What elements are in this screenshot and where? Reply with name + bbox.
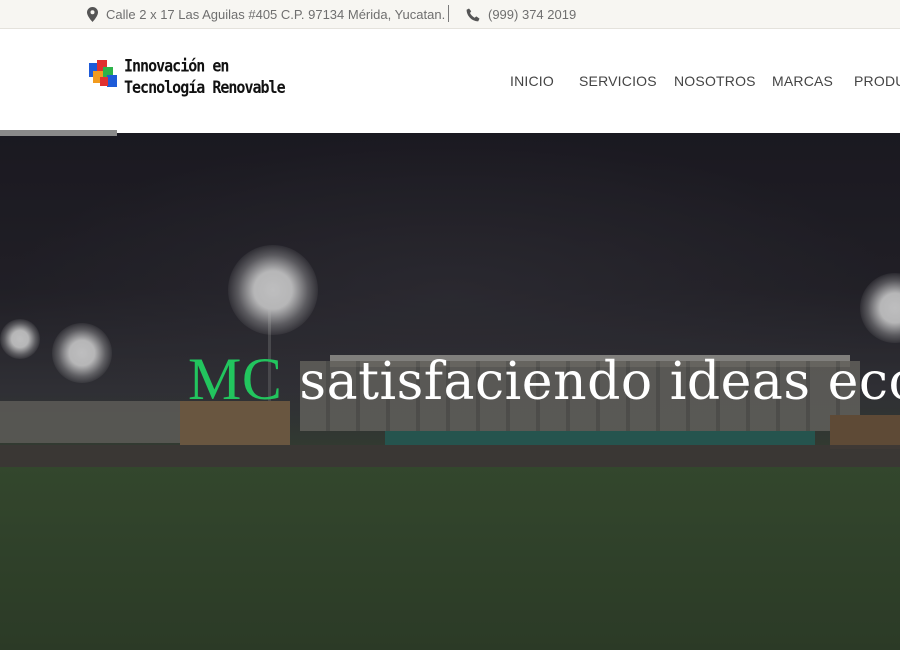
phone-text[interactable]: (999) 374 2019 <box>488 7 576 22</box>
map-marker-icon <box>87 7 98 22</box>
address-text: Calle 2 x 17 Las Aguilas #405 C.P. 97134… <box>106 7 446 22</box>
logo-line-1: Innovación en <box>124 54 229 76</box>
nav-item-nosotros[interactable]: NOSOTROS <box>674 73 756 89</box>
hero-accent-text: MC <box>188 346 283 412</box>
nav-item-inicio[interactable]: INICIO <box>510 73 554 89</box>
phone-icon <box>466 8 480 22</box>
site-logo[interactable]: Innovación en Tecnología Renovable <box>87 54 286 99</box>
hero-banner: MC satisfaciendo ideas eco <box>0 133 900 650</box>
header-active-underline <box>0 130 117 136</box>
hero-headline: MC satisfaciendo ideas eco <box>188 345 900 414</box>
hero-headline-text: satisfaciendo ideas eco <box>299 352 900 412</box>
topbar-divider <box>448 5 449 22</box>
nav-item-marcas[interactable]: MARCAS <box>772 73 833 89</box>
phone-item[interactable]: (999) 374 2019 <box>466 0 576 29</box>
nav-item-servicios[interactable]: SERVICIOS <box>579 73 657 89</box>
site-header: Innovación en Tecnología Renovable INICI… <box>0 29 900 133</box>
nav-item-productos[interactable]: PRODU <box>854 73 900 89</box>
top-info-bar: Calle 2 x 17 Las Aguilas #405 C.P. 97134… <box>0 0 900 29</box>
address-item: Calle 2 x 17 Las Aguilas #405 C.P. 97134… <box>87 0 445 29</box>
logo-text: Innovación en Tecnología Renovable <box>124 54 286 99</box>
logo-line-2: Tecnología Renovable <box>124 76 286 98</box>
logo-mark-icon <box>87 57 121 96</box>
